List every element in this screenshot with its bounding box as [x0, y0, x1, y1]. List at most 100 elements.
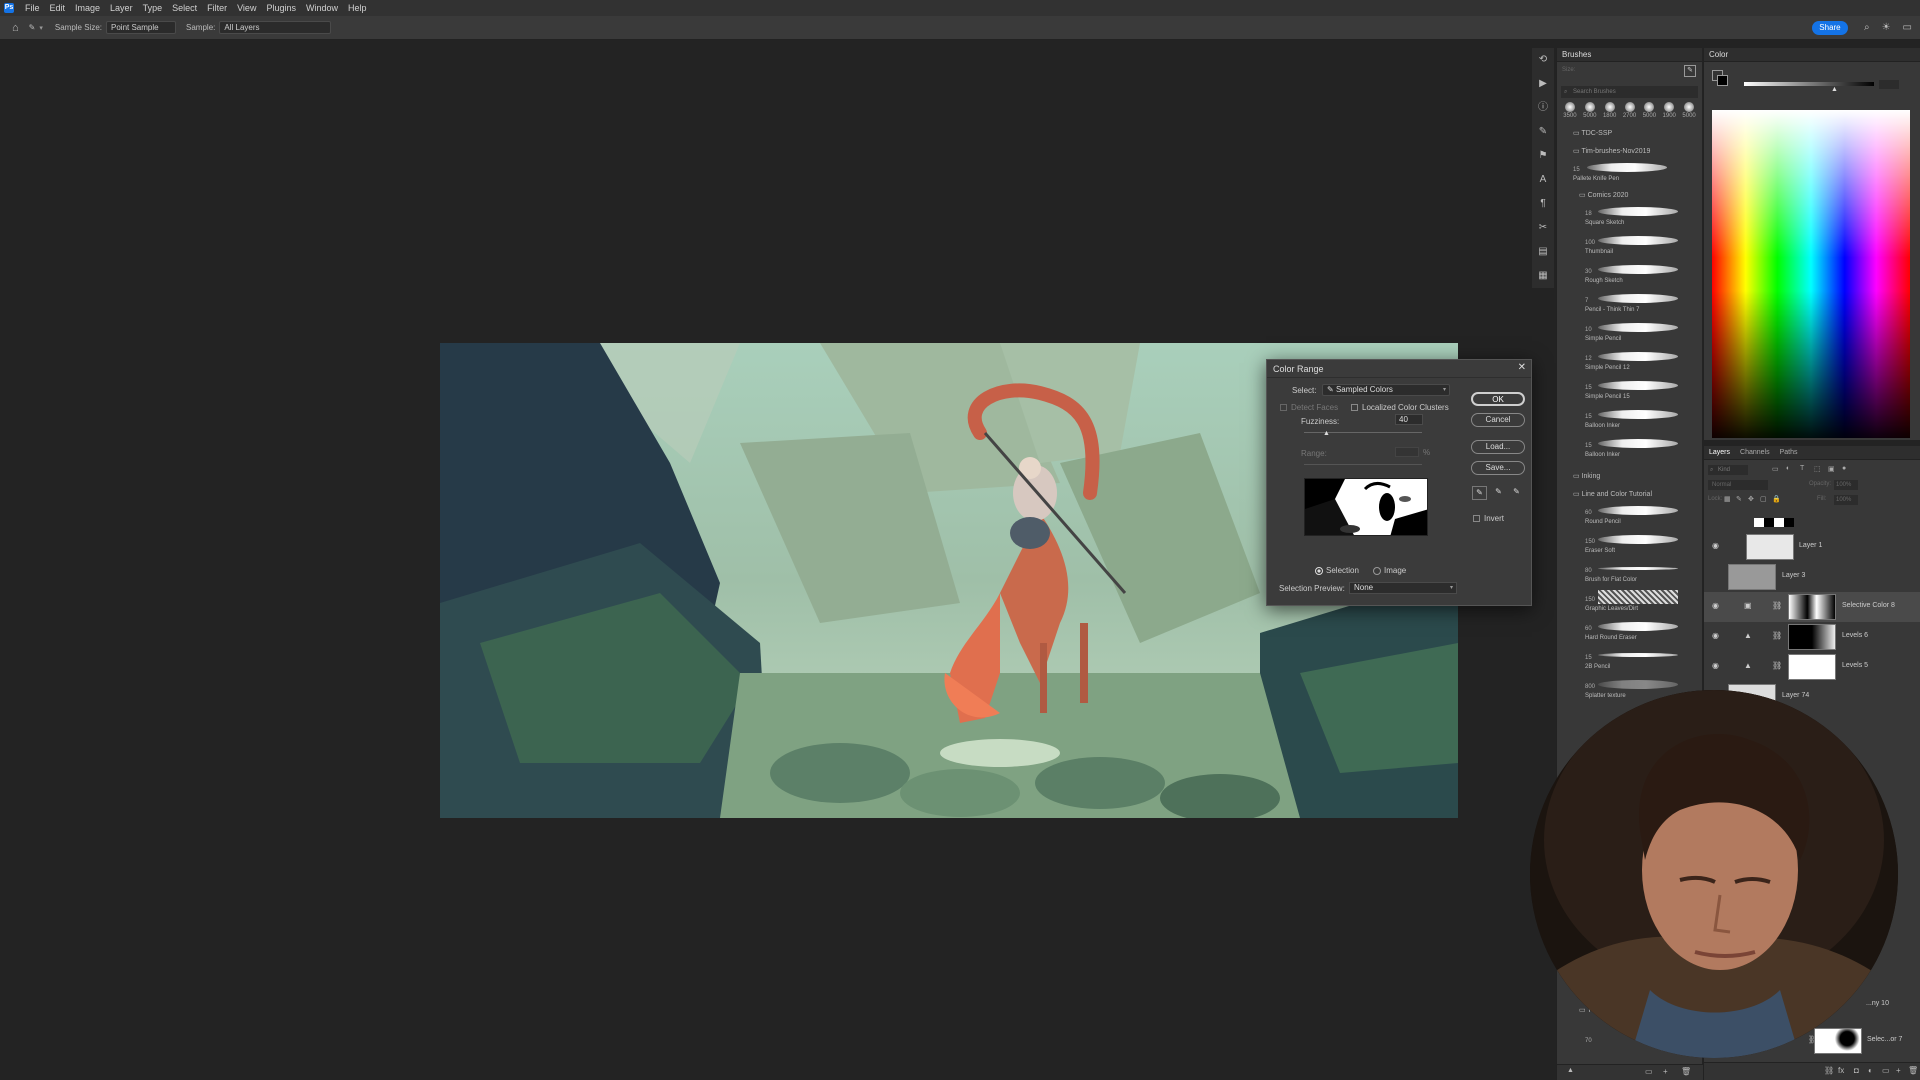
menu-type[interactable]: Type — [138, 3, 168, 13]
brush-item[interactable]: 60 Round Pencil — [1557, 502, 1702, 531]
lock-transparency-icon[interactable]: ▦ — [1724, 495, 1731, 503]
menu-edit[interactable]: Edit — [45, 3, 71, 13]
menu-help[interactable]: Help — [343, 3, 372, 13]
selection-preview-select[interactable]: None ▾ — [1349, 582, 1457, 594]
lock-artboard-icon[interactable]: ▢ — [1760, 495, 1767, 503]
ok-button[interactable]: OK — [1471, 392, 1525, 406]
brush-item[interactable]: 15 Balloon Inker — [1557, 435, 1702, 464]
brush-item[interactable]: 10 Simple Pencil — [1557, 319, 1702, 348]
actions-play-icon[interactable]: ▶ — [1532, 72, 1554, 96]
home-icon[interactable]: ⌂ — [12, 22, 19, 34]
tab-layers[interactable]: Layers — [1704, 446, 1735, 459]
tab-channels[interactable]: Channels — [1735, 446, 1775, 459]
eyedropper-tool-icon[interactable]: ✎ — [29, 23, 36, 32]
add-mask-icon[interactable]: ◘ — [1854, 1066, 1859, 1075]
recent-brush[interactable]: 5000 — [1640, 102, 1658, 119]
invert-checkbox[interactable] — [1473, 515, 1480, 522]
menu-layer[interactable]: Layer — [105, 3, 138, 13]
menu-select[interactable]: Select — [167, 3, 202, 13]
character-icon[interactable]: A — [1532, 168, 1554, 192]
brush-folder-line-color[interactable]: ▭ Line and Color Tutorial — [1557, 488, 1702, 502]
link-layers-icon[interactable]: ⛓ — [1824, 1066, 1834, 1075]
background-swatch[interactable] — [1717, 75, 1728, 86]
eye-icon[interactable]: ◉ — [1712, 631, 1719, 640]
fuzziness-input[interactable]: 40 — [1395, 414, 1423, 425]
layer-row[interactable]: ◉ ▲ ⛓ Levels 5 — [1704, 652, 1920, 682]
brush-item[interactable]: 15 Simple Pencil 15 — [1557, 377, 1702, 406]
paragraph-icon[interactable]: ¶ — [1532, 192, 1554, 216]
brush-item[interactable]: 18 Square Sketch — [1557, 203, 1702, 232]
menu-filter[interactable]: Filter — [202, 3, 232, 13]
layer-row[interactable]: Layer 3 — [1704, 562, 1920, 592]
brush-search-input[interactable]: ⌕ Search Brushes — [1561, 86, 1698, 98]
localized-clusters-checkbox[interactable] — [1351, 404, 1358, 411]
eyedropper-plus-icon[interactable]: ✎ — [1491, 486, 1506, 500]
filter-adjustment-icon[interactable]: ◐ — [1786, 465, 1790, 472]
eyedropper-minus-icon[interactable]: ✎ — [1509, 486, 1524, 500]
new-brush-icon[interactable]: ✎ — [1684, 65, 1696, 77]
brush-folder-tdc[interactable]: ▭ TDC-SSP — [1557, 127, 1702, 141]
eyedropper-icon[interactable]: ✎ — [1472, 486, 1487, 500]
menu-plugins[interactable]: Plugins — [261, 3, 301, 13]
menu-window[interactable]: Window — [301, 3, 343, 13]
brushes-tab[interactable]: Brushes — [1557, 48, 1702, 62]
select-dropdown[interactable]: ✎ Sampled Colors ▾ — [1322, 384, 1450, 396]
clone-source-icon[interactable]: ⚑ — [1532, 144, 1554, 168]
brush-item[interactable]: 15 2B Pencil — [1557, 647, 1702, 676]
brush-item[interactable]: 7 Pencil - Think Thin 7 — [1557, 290, 1702, 319]
eye-icon[interactable]: ◉ — [1712, 541, 1719, 550]
fill-input[interactable]: 100% — [1834, 495, 1858, 505]
filter-smart-object-icon[interactable]: ▣ — [1828, 465, 1835, 473]
sample-select[interactable]: All Layers — [219, 21, 332, 34]
brush-size-slider-icon[interactable]: ▲ — [1567, 1067, 1574, 1074]
dialog-close-icon[interactable]: ✕ — [1518, 362, 1526, 373]
filter-type-icon[interactable]: T — [1800, 465, 1804, 472]
kind-filter[interactable]: ⌕ Kind — [1708, 465, 1748, 475]
filter-shape-icon[interactable]: ⬚ — [1814, 465, 1821, 473]
recent-brush[interactable]: 2700 — [1621, 102, 1639, 119]
add-style-icon[interactable]: fx — [1838, 1066, 1844, 1075]
share-button[interactable]: Share — [1811, 20, 1848, 35]
info-icon[interactable]: ⓘ — [1532, 96, 1554, 120]
lock-position-icon[interactable]: ✥ — [1748, 495, 1754, 503]
lock-pixels-icon[interactable]: ✎ — [1736, 495, 1742, 503]
brightness-slider-thumb[interactable]: ▲ — [1831, 86, 1838, 93]
menu-image[interactable]: Image — [70, 3, 105, 13]
photoshop-logo-icon[interactable]: Ps — [4, 3, 14, 13]
sample-size-select[interactable]: Point Sample — [106, 21, 177, 34]
tool-preset-chevron-icon[interactable]: ▾ — [39, 24, 43, 32]
brush-item[interactable]: 30 Rough Sketch — [1557, 261, 1702, 290]
brightness-slider[interactable] — [1744, 82, 1874, 86]
brush-item[interactable]: 150 Eraser Soft — [1557, 531, 1702, 560]
save-button[interactable]: Save... — [1471, 461, 1525, 475]
image-radio[interactable] — [1373, 567, 1381, 575]
brush-item[interactable]: 150 Graphic Leaves/Dirt — [1557, 589, 1702, 618]
layer-row[interactable]: ◉ Layer 1 — [1704, 532, 1920, 562]
new-brush-icon[interactable]: + — [1663, 1067, 1668, 1076]
brightness-input[interactable] — [1879, 80, 1899, 89]
layer-row[interactable]: ◉ ▲ ⛓ Levels 6 — [1704, 622, 1920, 652]
brush-item[interactable]: 100 Thumbnail — [1557, 232, 1702, 261]
trash-icon[interactable]: 🗑 — [1681, 1067, 1691, 1076]
recent-brush[interactable]: 1800 — [1601, 102, 1619, 119]
discover-icon[interactable]: ☀ — [1882, 22, 1891, 33]
lock-all-icon[interactable]: 🔒 — [1772, 495, 1781, 503]
search-icon[interactable]: ⌕ — [1864, 22, 1870, 33]
new-group-icon[interactable]: ▭ — [1645, 1067, 1653, 1076]
libraries-icon[interactable]: ▤ — [1532, 240, 1554, 264]
eye-icon[interactable]: ◉ — [1712, 601, 1719, 610]
fuzziness-slider-thumb[interactable]: ▲ — [1323, 430, 1330, 437]
filter-toggle-icon[interactable]: ● — [1842, 465, 1846, 472]
brush-item[interactable]: 15 Pallete Knife Pen — [1557, 159, 1702, 189]
new-group-icon[interactable]: ▭ — [1882, 1066, 1890, 1075]
blend-mode-select[interactable]: Normal — [1708, 480, 1768, 490]
layer-row[interactable]: ◉ ▣ ⛓ Selective Color 8 — [1704, 592, 1920, 622]
brush-folder-tim[interactable]: ▭ Tim-brushes-Nov2019 — [1557, 145, 1702, 159]
tool-presets-icon[interactable]: ✂ — [1532, 216, 1554, 240]
brush-item[interactable]: 15 Balloon Inker — [1557, 406, 1702, 435]
color-spectrum[interactable] — [1712, 110, 1910, 438]
brush-settings-icon[interactable]: ✎ — [1532, 120, 1554, 144]
recent-brush[interactable]: 5000 — [1581, 102, 1599, 119]
properties-icon[interactable]: ▦ — [1532, 264, 1554, 288]
recent-brush[interactable]: 5000 — [1680, 102, 1698, 119]
